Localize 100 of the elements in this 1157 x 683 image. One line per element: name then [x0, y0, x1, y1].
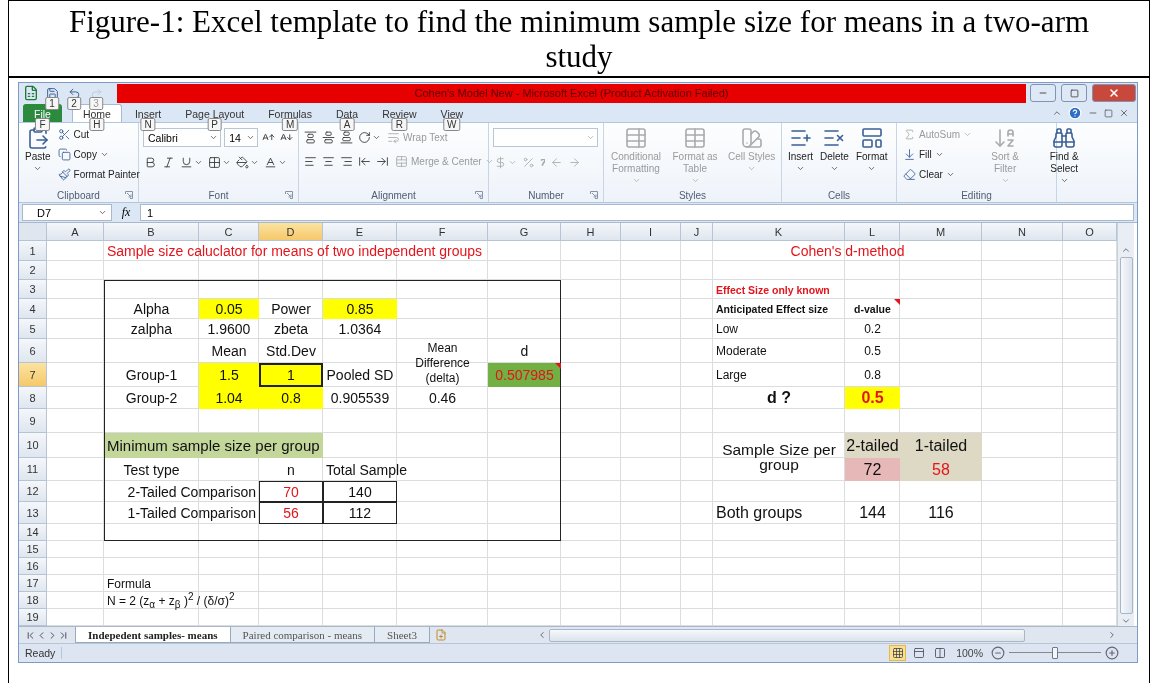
align-right-icon	[340, 154, 353, 168]
copy-icon	[57, 148, 71, 161]
row-header[interactable]: 17	[19, 575, 47, 592]
row-header[interactable]: 9	[19, 409, 47, 433]
scrollbar-thumb[interactable]	[1119, 257, 1133, 614]
collapse-ribbon-icon[interactable]	[1052, 108, 1062, 118]
ribbon-button[interactable]: Format	[853, 126, 890, 188]
column-header[interactable]: E	[323, 223, 397, 241]
paintbrush-icon	[57, 168, 71, 181]
row-header[interactable]: 18	[19, 592, 47, 609]
insert-sheet-icon[interactable]	[434, 629, 447, 641]
sheet-cell-text: 0.46	[427, 390, 458, 406]
ribbon-button[interactable]: Insert	[786, 126, 815, 188]
row-header[interactable]: 14	[19, 524, 47, 541]
column-header[interactable]: J	[681, 223, 713, 241]
keytip-tooltip: F	[35, 118, 50, 131]
minimize-button[interactable]	[1030, 84, 1056, 102]
column-header[interactable]: H	[561, 223, 621, 241]
first-sheet-icon[interactable]	[25, 629, 36, 641]
row-header[interactable]: 10	[19, 433, 47, 458]
merge-cells-icon	[395, 154, 408, 168]
column-header[interactable]: D	[259, 223, 323, 241]
column-header[interactable]: I	[621, 223, 681, 241]
column-header[interactable]: A	[47, 223, 104, 241]
dialog-launcher-icon[interactable]	[475, 191, 483, 199]
scroll-up-icon[interactable]	[1121, 245, 1131, 255]
zoom-out-icon[interactable]	[991, 646, 1005, 660]
dropdown-field[interactable]: Calibri	[143, 128, 222, 147]
column-header[interactable]: N	[982, 223, 1063, 241]
row-header[interactable]: 7	[19, 363, 47, 387]
scroll-right-icon[interactable]	[1107, 630, 1117, 640]
insert-function-label[interactable]: fx	[116, 205, 136, 220]
keytip-tooltip: R	[391, 118, 407, 131]
sheet-tab[interactable]: Indepedent samples- means	[75, 627, 231, 643]
row-header[interactable]: 1	[19, 241, 47, 261]
column-header[interactable]: M	[900, 223, 982, 241]
slider-thumb[interactable]	[1052, 647, 1058, 659]
row-header[interactable]: 6	[19, 339, 47, 363]
row-header[interactable]: 15	[19, 541, 47, 558]
sheet-tab[interactable]: Paired comparison - means	[229, 627, 375, 643]
column-header[interactable]: O	[1063, 223, 1117, 241]
zoom-level[interactable]: 100%	[956, 647, 983, 659]
column-header[interactable]: B	[104, 223, 199, 241]
column-header[interactable]: G	[488, 223, 561, 241]
sheet-cell: 0.507985	[488, 363, 561, 387]
sheet-cell-text: Total Sample	[325, 461, 408, 478]
toolbar-button[interactable]	[303, 128, 318, 146]
dropdown-field[interactable]: 14	[224, 128, 258, 147]
row-header[interactable]: 19	[19, 609, 47, 626]
caret-icon	[209, 133, 219, 142]
row-header[interactable]: 5	[19, 319, 47, 339]
sheet-cell-text: Pooled SD	[325, 367, 395, 383]
view-button[interactable]	[889, 645, 907, 661]
toolbar-button[interactable]	[321, 128, 336, 146]
caret-icon	[945, 170, 955, 179]
zoom-in-icon[interactable]	[1105, 646, 1119, 660]
row-header[interactable]: 13	[19, 502, 47, 524]
column-header[interactable]: C	[199, 223, 259, 241]
ribbon-button[interactable]: Copy	[55, 146, 142, 163]
ribbon-button[interactable]: Format Painter	[55, 166, 142, 183]
column-header[interactable]: F	[397, 223, 488, 241]
row-header[interactable]: 11	[19, 458, 47, 481]
toolbar-button[interactable]	[235, 153, 260, 171]
dialog-launcher-icon[interactable]	[590, 191, 598, 199]
bold-icon	[144, 155, 157, 169]
sheet-tab[interactable]: Sheet3	[374, 627, 430, 643]
row-header[interactable]: 8	[19, 387, 47, 409]
wrap-text-icon	[387, 130, 400, 144]
toolbar-button[interactable]	[339, 128, 354, 146]
ribbon-button[interactable]: Fill	[901, 146, 975, 163]
dropdown-field[interactable]	[493, 128, 598, 147]
scrollbar-thumb[interactable]	[548, 628, 1025, 642]
row-header[interactable]: 12	[19, 481, 47, 502]
row-header[interactable]: 3	[19, 280, 47, 299]
row-header[interactable]: 2	[19, 261, 47, 280]
ribbon-button[interactable]: Delete	[818, 126, 851, 188]
caret-icon	[934, 150, 944, 159]
ribbon-button[interactable]: Find & Select	[1036, 126, 1093, 188]
dialog-launcher-icon[interactable]	[125, 191, 133, 199]
dialog-launcher-icon[interactable]	[285, 191, 293, 199]
row-header[interactable]: 4	[19, 299, 47, 319]
formula-input[interactable]: 1	[140, 204, 1134, 221]
sheet-cell-text: Low	[715, 322, 739, 336]
sheet-cell-text: Large	[715, 368, 748, 382]
vertical-scrollbar[interactable]	[1117, 223, 1134, 626]
keytip-tooltip: 1	[45, 97, 59, 110]
scroll-down-icon[interactable]	[1121, 616, 1131, 626]
help-icon[interactable]	[1068, 106, 1082, 120]
ribbon-button[interactable]: Clear	[901, 166, 975, 183]
maximize-button[interactable]	[1061, 84, 1087, 102]
close-button[interactable]	[1092, 84, 1136, 102]
column-header[interactable]: K	[713, 223, 845, 241]
close-icon[interactable]	[1119, 108, 1129, 118]
sheet-cell: 0.8	[259, 387, 323, 409]
page-layout-icon	[912, 647, 925, 659]
row-header[interactable]: 16	[19, 558, 47, 575]
last-sheet-icon[interactable]	[58, 629, 69, 641]
restore-icon[interactable]	[1104, 108, 1113, 118]
column-header[interactable]: L	[845, 223, 900, 241]
name-box[interactable]: D7	[22, 204, 112, 221]
